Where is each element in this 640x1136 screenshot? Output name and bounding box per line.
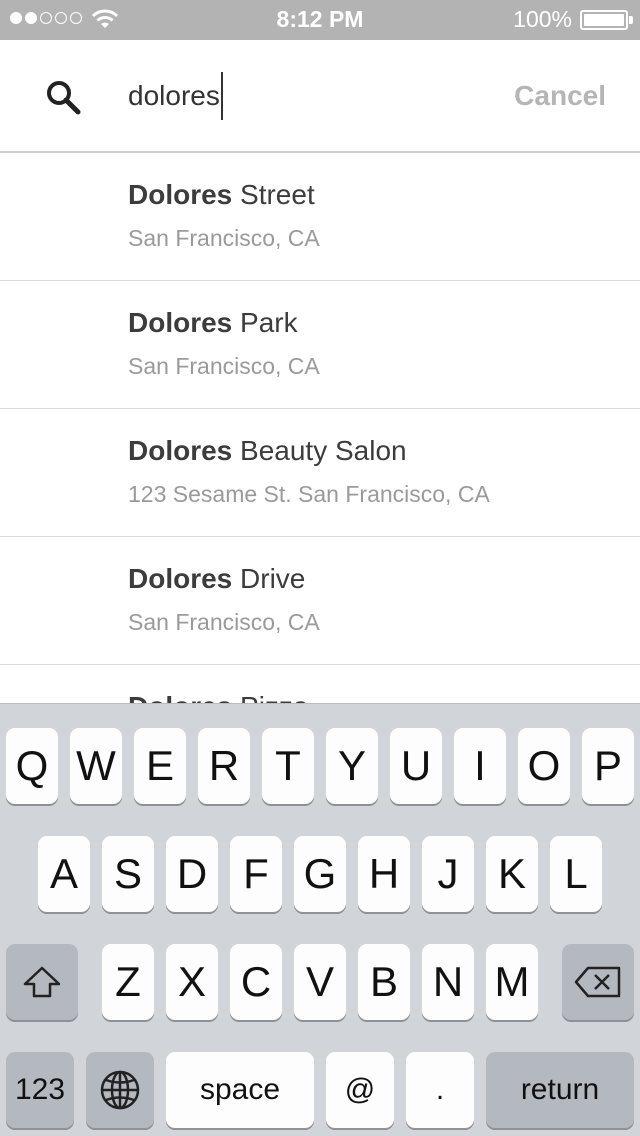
search-icon <box>47 81 81 115</box>
result-item[interactable]: Dolores Street San Francisco, CA <box>0 153 640 281</box>
search-input[interactable]: dolores <box>128 72 223 120</box>
result-subtitle: San Francisco, CA <box>128 353 320 379</box>
key-z[interactable]: Z <box>102 944 154 1020</box>
text-cursor <box>220 72 223 120</box>
key-f[interactable]: F <box>230 836 282 912</box>
key-p[interactable]: P <box>582 728 634 804</box>
globe-key[interactable] <box>86 1052 154 1128</box>
key-c[interactable]: C <box>230 944 282 1020</box>
result-title: Dolores Street <box>128 179 315 211</box>
key-m[interactable]: M <box>486 944 538 1020</box>
result-title-rest: Pizza <box>232 691 308 703</box>
result-item[interactable]: Dolores Park San Francisco, CA <box>0 281 640 409</box>
result-title-rest: Street <box>232 179 315 210</box>
battery-level <box>584 14 624 26</box>
delete-key[interactable] <box>562 944 634 1020</box>
result-title-match: Dolores <box>128 435 233 466</box>
key-y[interactable]: Y <box>326 728 378 804</box>
result-title: Dolores Pizza <box>128 691 309 703</box>
key-e[interactable]: E <box>134 728 186 804</box>
key-r[interactable]: R <box>198 728 250 804</box>
result-title: Dolores Drive <box>128 563 305 595</box>
key-j[interactable]: J <box>422 836 474 912</box>
key-h[interactable]: H <box>358 836 410 912</box>
result-subtitle: San Francisco, CA <box>128 225 320 251</box>
key-s[interactable]: S <box>102 836 154 912</box>
result-title-rest: Beauty Salon <box>232 435 407 466</box>
search-header: dolores Cancel <box>0 40 640 153</box>
key-q[interactable]: Q <box>6 728 58 804</box>
keyboard: Q W E R T Y U I O P A S D F G H J K L Z … <box>0 703 640 1136</box>
key-w[interactable]: W <box>70 728 122 804</box>
result-item[interactable]: Dolores Beauty Salon 123 Sesame St. San … <box>0 409 640 537</box>
cancel-button[interactable]: Cancel <box>514 80 606 112</box>
key-g[interactable]: G <box>294 836 346 912</box>
key-b[interactable]: B <box>358 944 410 1020</box>
search-query: dolores <box>128 80 220 111</box>
result-title-rest: Park <box>232 307 298 338</box>
key-i[interactable]: I <box>454 728 506 804</box>
result-title-rest: Drive <box>232 563 306 594</box>
key-o[interactable]: O <box>518 728 570 804</box>
key-a[interactable]: A <box>38 836 90 912</box>
result-subtitle: 123 Sesame St. San Francisco, CA <box>128 481 490 507</box>
space-key[interactable]: space <box>166 1052 314 1128</box>
key-x[interactable]: X <box>166 944 218 1020</box>
key-n[interactable]: N <box>422 944 474 1020</box>
key-v[interactable]: V <box>294 944 346 1020</box>
numbers-key[interactable]: 123 <box>6 1052 74 1128</box>
backspace-icon <box>574 966 621 998</box>
key-d[interactable]: D <box>166 836 218 912</box>
result-item[interactable]: Dolores Drive San Francisco, CA <box>0 537 640 665</box>
search-results-list: Dolores Street San Francisco, CA Dolores… <box>0 153 640 703</box>
key-t[interactable]: T <box>262 728 314 804</box>
result-title-match: Dolores <box>128 563 233 594</box>
result-title: Dolores Park <box>128 307 298 339</box>
globe-icon <box>100 1070 140 1110</box>
shift-key[interactable] <box>6 944 78 1020</box>
result-title-match: Dolores <box>128 307 233 338</box>
battery-nub <box>629 16 633 24</box>
battery-percent: 100% <box>513 6 572 32</box>
key-u[interactable]: U <box>390 728 442 804</box>
status-bar: 8:12 PM 100% <box>0 0 640 40</box>
at-key[interactable]: @ <box>326 1052 394 1128</box>
battery-icon <box>580 10 628 30</box>
period-key[interactable]: . <box>406 1052 474 1128</box>
result-item[interactable]: Dolores Pizza <box>0 665 640 703</box>
result-subtitle: San Francisco, CA <box>128 609 320 635</box>
key-l[interactable]: L <box>550 836 602 912</box>
key-k[interactable]: K <box>486 836 538 912</box>
result-title-match: Dolores <box>128 179 233 210</box>
result-title-match: Dolores <box>128 691 232 703</box>
shift-icon <box>23 966 61 998</box>
result-title: Dolores Beauty Salon <box>128 435 407 467</box>
return-key[interactable]: return <box>486 1052 634 1128</box>
